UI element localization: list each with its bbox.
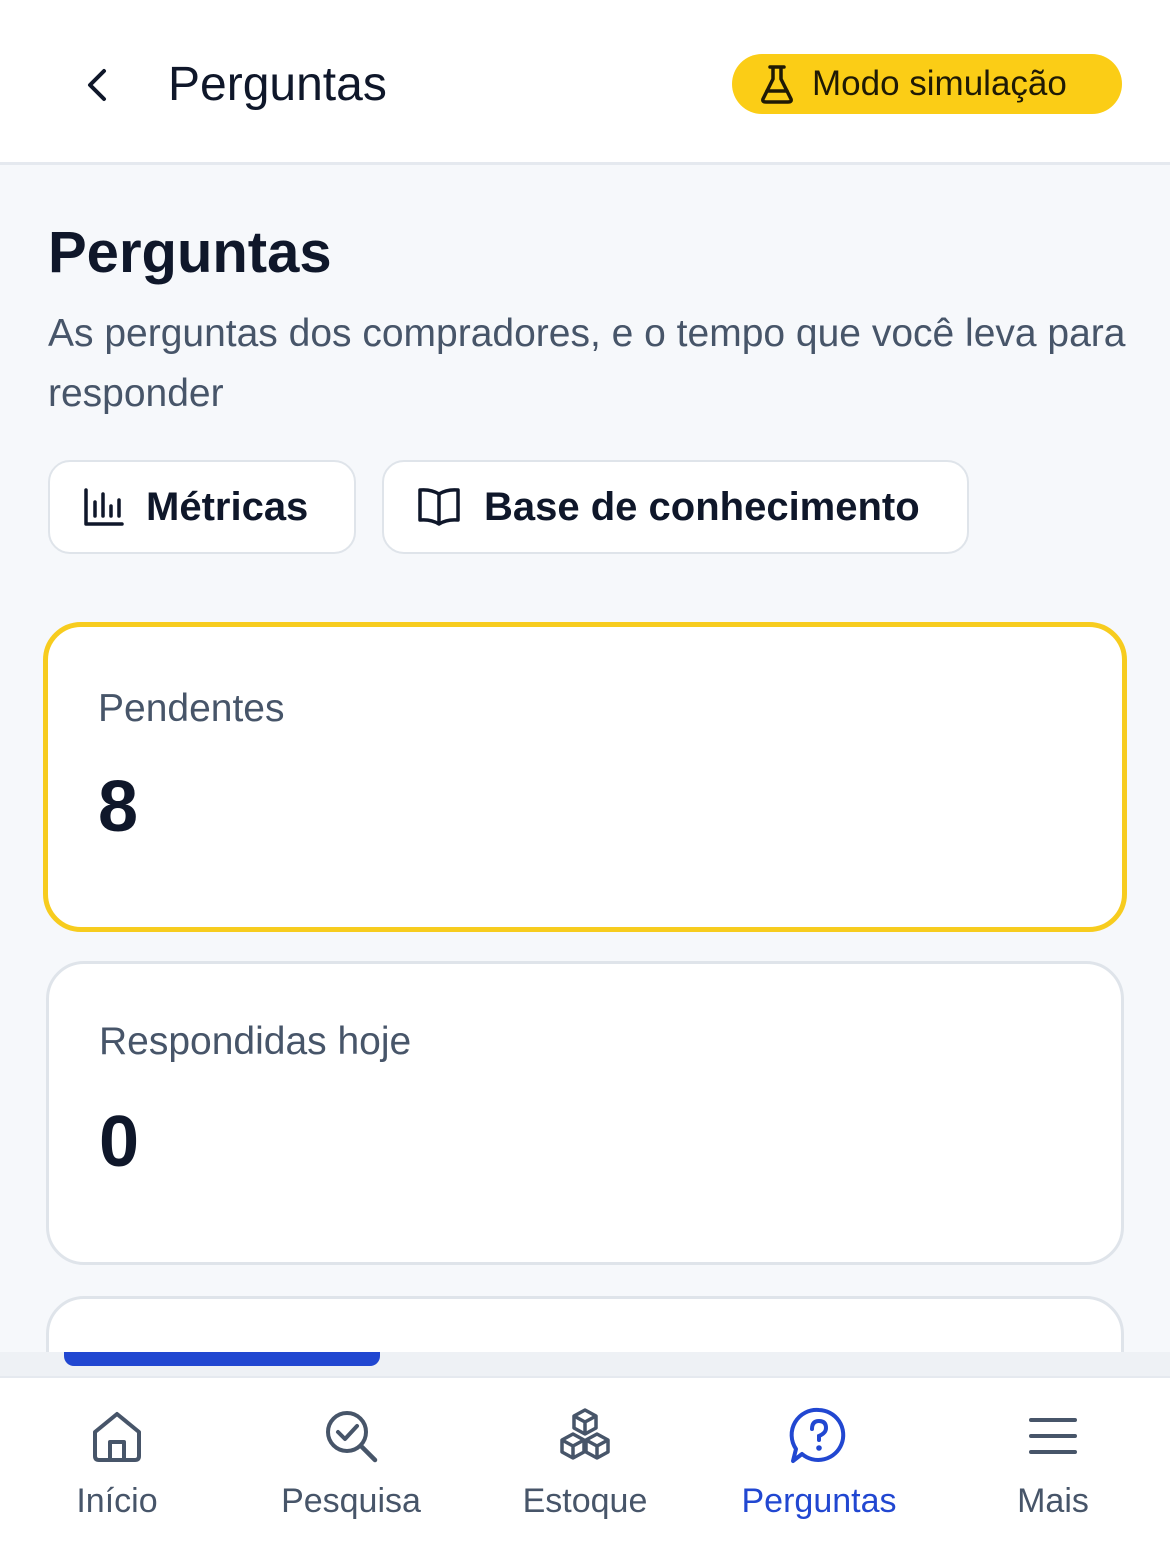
nav-item-mais[interactable]: Mais <box>936 1378 1170 1546</box>
bottom-nav: Início Pesquisa Estoque Perguntas Mais <box>0 1376 1170 1546</box>
answered-today-label: Respondidas hoje <box>99 1020 412 1063</box>
chevron-left-icon <box>88 69 106 101</box>
nav-item-inicio[interactable]: Início <box>0 1378 234 1546</box>
question-bubble-icon <box>787 1404 851 1468</box>
home-icon <box>85 1404 149 1468</box>
simulation-mode-badge[interactable]: Modo simulação <box>732 54 1122 114</box>
bar-chart-icon <box>84 488 124 526</box>
answered-today-count: 0 <box>99 1102 140 1182</box>
book-icon <box>418 488 460 526</box>
questions-page: Perguntas Modo simulação Perguntas As pe… <box>0 0 1170 1546</box>
metrics-button[interactable]: Métricas <box>48 460 356 554</box>
flask-icon <box>761 65 793 104</box>
nav-item-estoque[interactable]: Estoque <box>468 1378 702 1546</box>
nav-label-estoque: Estoque <box>522 1482 648 1520</box>
app-header: Perguntas Modo simulação <box>0 0 1170 165</box>
menu-icon <box>1021 1404 1085 1468</box>
header-title: Perguntas <box>168 58 387 111</box>
nav-label-perguntas: Perguntas <box>741 1482 897 1520</box>
knowledge-base-label: Base de conhecimento <box>484 484 920 529</box>
back-button[interactable] <box>66 54 128 116</box>
boxes-icon <box>553 1404 617 1468</box>
nav-item-perguntas[interactable]: Perguntas <box>702 1378 936 1546</box>
pending-label: Pendentes <box>98 687 285 730</box>
metrics-label: Métricas <box>146 484 309 529</box>
partial-button-edge <box>64 1352 380 1366</box>
nav-label-inicio: Início <box>76 1482 158 1520</box>
simulation-mode-label: Modo simulação <box>812 64 1067 103</box>
answered-today-card[interactable]: Respondidas hoje 0 <box>46 961 1124 1265</box>
nav-label-mais: Mais <box>1017 1482 1089 1520</box>
knowledge-base-button[interactable]: Base de conhecimento <box>382 460 969 554</box>
search-check-icon <box>319 1404 383 1468</box>
pending-card[interactable]: Pendentes 8 <box>43 622 1127 932</box>
page-title: Perguntas <box>48 220 332 285</box>
pending-count: 8 <box>98 767 139 847</box>
nav-item-pesquisa[interactable]: Pesquisa <box>234 1378 468 1546</box>
nav-label-pesquisa: Pesquisa <box>281 1482 421 1520</box>
page-subtitle: As perguntas dos compradores, e o tempo … <box>48 312 1126 415</box>
